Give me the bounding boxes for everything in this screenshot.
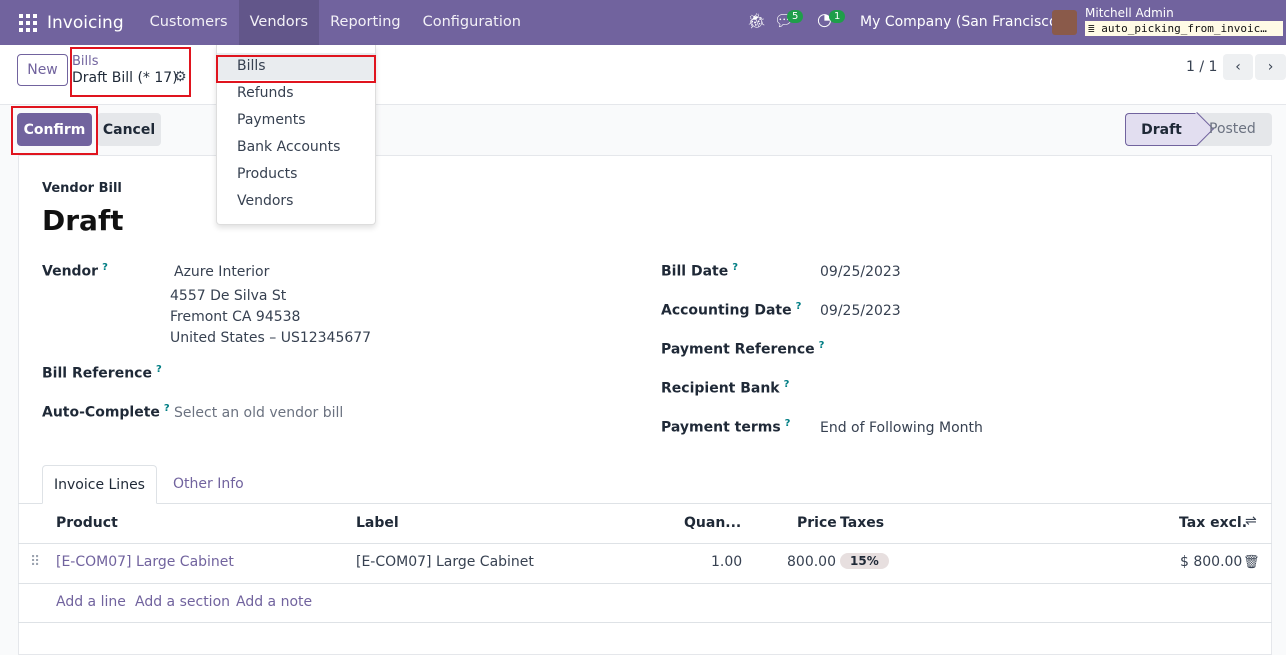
menu-reporting[interactable]: Reporting [319,0,412,45]
new-button[interactable]: New [17,54,68,86]
highlight-bills-menu [216,55,376,83]
bill-date-field[interactable]: 09/25/2023 [820,264,901,280]
messages-badge: 5 [787,10,804,23]
menu-item-bank-accounts[interactable]: Bank Accounts [217,134,375,161]
row-divider [18,583,1272,584]
payment-reference-label: Payment Reference? [661,340,824,358]
vendor-address-line: 4557 De Silva St [170,288,287,304]
auto-complete-input[interactable]: Select an old vendor bill [174,405,343,421]
user-name[interactable]: Mitchell Admin [1085,6,1174,20]
help-icon[interactable]: ? [819,340,825,351]
vendor-address-line: United States – US12345677 [170,330,372,346]
menu-item-products[interactable]: Products [217,161,375,188]
status-posted[interactable]: Posted [1209,121,1256,137]
line-quantity[interactable]: 1.00 [711,554,742,570]
bill-reference-text: Bill Reference [42,365,152,382]
accounting-date-text: Accounting Date [661,302,792,319]
menu-item-payments[interactable]: Payments [217,107,375,134]
pager-value[interactable]: 1 / 1 [1186,59,1217,75]
database-name: ≣ auto_picking_from_invoic… [1085,21,1283,36]
help-icon[interactable]: ? [102,262,108,273]
delete-trash-icon[interactable]: 🗑︎ [1243,555,1260,570]
add-line-link[interactable]: Add a line [56,594,126,610]
line-product[interactable]: [E-COM07] Large Cabinet [56,554,234,570]
line-subtotal: $ 800.00 [1180,554,1243,570]
optional-columns-icon[interactable]: ⇌ [1245,513,1257,529]
vendor-label-text: Vendor [42,263,99,280]
column-quantity[interactable]: Quan... [684,515,741,531]
payment-terms-label: Payment terms? [661,418,790,436]
help-icon[interactable]: ? [164,403,170,414]
add-section-link[interactable]: Add a section [135,594,230,610]
payment-terms-text: Payment terms [661,419,781,436]
auto-complete-text: Auto-Complete [42,404,160,421]
bill-date-text: Bill Date [661,263,729,280]
accounting-date-label: Accounting Date? [661,301,801,319]
bill-reference-label: Bill Reference? [42,364,162,382]
row-divider [18,543,1272,544]
accounting-date-field[interactable]: 09/25/2023 [820,303,901,319]
line-label[interactable]: [E-COM07] Large Cabinet [356,554,534,570]
debug-bug-icon[interactable]: 🐞︎ [747,12,766,30]
status-bar: Draft Posted [1125,112,1272,146]
user-avatar[interactable] [1052,10,1077,35]
menu-configuration[interactable]: Configuration [412,0,532,45]
row-divider [18,622,1272,623]
help-icon[interactable]: ? [796,301,802,312]
tab-invoice-lines[interactable]: Invoice Lines [42,465,157,504]
drag-handle-icon[interactable]: ⠿ [30,554,40,570]
line-price[interactable]: 800.00 [787,554,836,570]
column-label[interactable]: Label [356,515,399,531]
payment-terms-field[interactable]: End of Following Month [820,420,983,436]
company-switcher[interactable]: My Company (San Francisco) [860,14,1063,30]
vendor-label: Vendor? [42,262,108,280]
pager-previous[interactable]: ‹ [1223,54,1253,80]
auto-complete-label: Auto-Complete? [42,403,170,421]
menu-item-refunds[interactable]: Refunds [217,80,375,107]
document-type: Vendor Bill [42,181,122,196]
bill-date-label: Bill Date? [661,262,738,280]
recipient-bank-label: Recipient Bank? [661,379,789,397]
menu-vendors[interactable]: Vendors [238,0,320,45]
vendor-field[interactable]: Azure Interior [174,264,269,280]
menu-item-vendors[interactable]: Vendors [217,188,375,215]
column-price[interactable]: Price [797,515,837,531]
activities-badge: 1 [829,10,846,23]
help-icon[interactable]: ? [784,379,790,390]
help-icon[interactable]: ? [732,262,738,273]
vendor-address-line: Fremont CA 94538 [170,309,301,325]
tax-badge[interactable]: 15% [840,553,889,569]
column-product[interactable]: Product [56,515,118,531]
tab-other-info[interactable]: Other Info [173,476,244,492]
help-icon[interactable]: ? [156,364,162,375]
tabs-divider [18,503,1272,504]
cancel-button[interactable]: Cancel [97,113,161,146]
top-navbar: Invoicing Customers Vendors Reporting Co… [0,0,1286,45]
control-panel: New Bills Draft Bill (* 17) ⚙ 1 / 1 ‹ › [0,45,1286,105]
payment-reference-text: Payment Reference [661,341,815,358]
database-label: auto_picking_from_invoic… [1101,22,1267,35]
help-icon[interactable]: ? [785,418,791,429]
apps-menu-icon[interactable] [19,13,37,32]
menu-customers[interactable]: Customers [139,0,239,45]
document-name: Draft [42,204,124,237]
highlight-confirm [11,106,98,155]
column-tax-excluded[interactable]: Tax excl. [1179,515,1247,531]
column-taxes[interactable]: Taxes [840,515,884,531]
add-note-link[interactable]: Add a note [236,594,312,610]
pager-next[interactable]: › [1255,54,1286,80]
app-name[interactable]: Invoicing [47,13,124,33]
highlight-breadcrumb [70,47,191,97]
recipient-bank-text: Recipient Bank [661,380,780,397]
